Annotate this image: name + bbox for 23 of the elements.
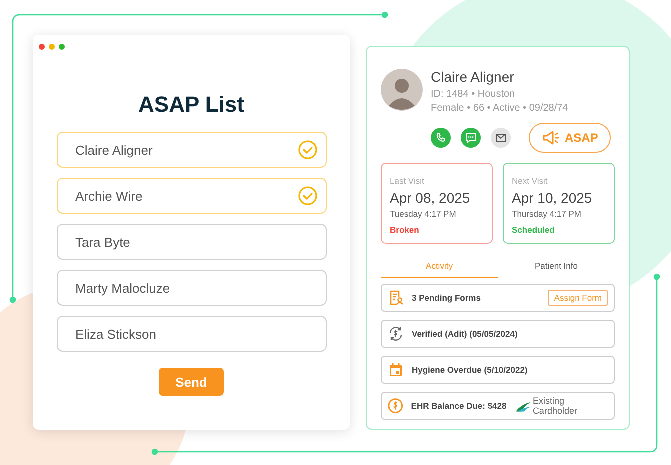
- visit-time: Thursday 4:17 PM: [512, 209, 582, 219]
- visit-date: Apr 08, 2025: [390, 190, 472, 206]
- patient-name: Claire Aligner: [431, 69, 516, 85]
- visit-status: Scheduled: [512, 225, 556, 235]
- visit-label: Last Visit: [390, 176, 426, 186]
- visit-time: Tuesday 4:17 PM: [390, 209, 458, 219]
- patient-entry[interactable]: Tara Byte: [56, 224, 326, 260]
- visit-label: Next Visit: [512, 176, 549, 186]
- panel-title: ASAP List: [138, 92, 244, 118]
- activity-text: Verified (Adit) (05/05/2024): [412, 329, 519, 339]
- visit-date: Apr 10, 2025: [512, 190, 594, 206]
- visit-status: Broken: [390, 225, 420, 235]
- cardholder-label: Existing Cardholder: [532, 396, 578, 416]
- patient-entry[interactable]: Eliza Stickson: [56, 316, 326, 352]
- patient-entry[interactable]: Archie Wire: [56, 178, 326, 214]
- activity-text: Hygiene Overdue (5/10/2022): [412, 365, 529, 375]
- patient-entry[interactable]: Marty Malocluze: [56, 270, 326, 306]
- activity-text: 3 Pending Forms: [412, 293, 482, 303]
- patient-id-location: ID: 1484 • Houston: [431, 89, 516, 100]
- patient-details: Female • 66 • Active • 09/28/74: [431, 103, 568, 114]
- patient-entry[interactable]: Claire Aligner: [56, 132, 326, 168]
- activity-text: EHR Balance Due: $428: [411, 401, 507, 411]
- tab[interactable]: Patient Info: [498, 254, 615, 278]
